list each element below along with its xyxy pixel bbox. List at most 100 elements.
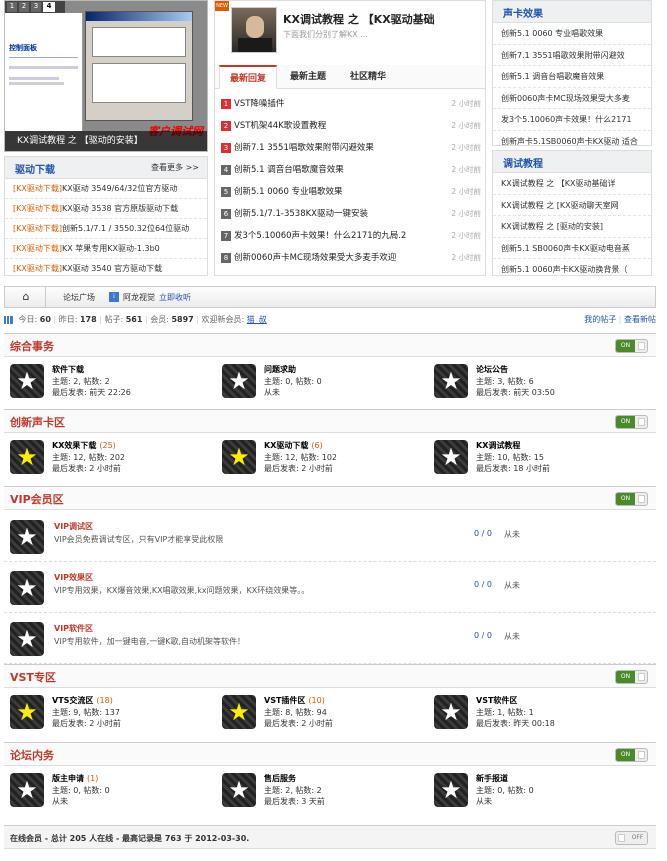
forum-name-text[interactable]: 版主申请 bbox=[52, 774, 84, 783]
forum-name[interactable]: KX调试教程 bbox=[476, 440, 523, 451]
tab-community-best[interactable]: 社区精华 bbox=[339, 65, 397, 89]
hero-slider[interactable]: 1 2 3 4 控制面板 客户调试网 KX调试教程 之 【驱动的安装】 bbox=[4, 0, 208, 152]
latest-item-title[interactable]: VST降噪插件 bbox=[234, 99, 284, 109]
forum-item[interactable]: ★ KX驱动下载 (6) 主题: 12, 帖数: 102 最后发表: 2 小时前 bbox=[222, 437, 432, 479]
forum-item[interactable]: ★ VST软件区 主题: 1, 帖数: 1 最后发表: 昨天 00:18 bbox=[434, 692, 644, 734]
forum-name-text[interactable]: 软件下载 bbox=[52, 365, 84, 374]
forum-last-post[interactable]: 最后发表: 昨天 00:18 bbox=[476, 718, 555, 729]
forum-name-text[interactable]: VST插件区 bbox=[264, 696, 305, 705]
forum-item[interactable]: ★ 版主申请 (1) 主题: 0, 帖数: 0 从未 bbox=[10, 770, 220, 812]
tutorial-item[interactable]: KX调试教程 之 [驱动的安装] bbox=[493, 217, 651, 238]
forum-last-post[interactable]: 最后发表: 2 小时前 bbox=[52, 718, 121, 729]
tab-latest-topic[interactable]: 最新主题 bbox=[279, 65, 337, 89]
star-icon[interactable]: ★ bbox=[10, 571, 44, 605]
driver-item-tag[interactable]: [KX驱动下载] bbox=[13, 244, 62, 253]
forum-name[interactable]: 问题求助 bbox=[264, 364, 299, 375]
section-title[interactable]: 综合事务 bbox=[10, 338, 54, 354]
star-icon[interactable]: ★ bbox=[222, 364, 256, 398]
star-icon[interactable]: ★ bbox=[10, 622, 44, 656]
section-toggle[interactable]: ON bbox=[615, 415, 648, 429]
latest-item-title[interactable]: 创新5.1 0060 专业唱歌效果 bbox=[234, 187, 343, 197]
effects-item[interactable]: 创新5.1 0060 专业唱歌效果 bbox=[493, 24, 651, 45]
forum-name[interactable]: VST软件区 bbox=[476, 695, 520, 706]
tab-latest-reply[interactable]: 最新回复 bbox=[219, 65, 277, 89]
effects-item[interactable]: 创新5.1 调音台唱歌魔音效果 bbox=[493, 67, 651, 88]
driver-item-tag[interactable]: [KX驱动下载] bbox=[13, 184, 62, 193]
forum-name[interactable]: 软件下载 bbox=[52, 364, 87, 375]
star-icon[interactable]: ★ bbox=[434, 364, 468, 398]
latest-item-title[interactable]: 创新5.1/7.1-3538KX驱动一键安装 bbox=[234, 209, 368, 219]
forum-item[interactable]: ★ VST插件区 (10) 主题: 8, 帖数: 94 最后发表: 2 小时前 bbox=[222, 692, 432, 734]
forum-name-text[interactable]: 新手报道 bbox=[476, 774, 508, 783]
vip-forum-row[interactable]: ★ VIP效果区 VIP专用效果，KX爆音效果,KX唱歌效果,kx问题效果，KX环绕… bbox=[4, 563, 656, 613]
star-new-icon[interactable]: ★ bbox=[10, 695, 44, 729]
tutorial-item[interactable]: 创新5.1 0060声卡KX驱动换背景（ bbox=[493, 260, 651, 275]
effects-item[interactable]: 发3个5.10060声卡效果！什么2171 bbox=[493, 110, 651, 131]
latest-item-title[interactable]: 创新0060声卡MC现场效果受大多麦手欢迎 bbox=[234, 253, 396, 263]
forum-name-text[interactable]: VTS交流区 bbox=[52, 696, 93, 705]
forum-last-post[interactable]: 最后发表: 前天 22:26 bbox=[52, 387, 131, 398]
vip-forum-name[interactable]: VIP软件区 bbox=[54, 623, 93, 634]
latest-item-title[interactable]: 创新7.1 3551唱歌效果附带闪避效果 bbox=[234, 143, 374, 153]
latest-item[interactable]: 2 VST机架44K歌设置教程 2 小时前 bbox=[215, 115, 485, 137]
star-icon[interactable]: ★ bbox=[10, 364, 44, 398]
forum-name[interactable]: 论坛公告 bbox=[476, 364, 511, 375]
star-new-icon[interactable]: ★ bbox=[222, 440, 256, 474]
hero-tab-4[interactable]: 4 bbox=[43, 2, 55, 12]
driver-item[interactable]: [KX驱动下载]KX驱动 3540 官方驱动下载 bbox=[5, 259, 207, 275]
star-icon[interactable]: ★ bbox=[10, 520, 44, 554]
star-new-icon[interactable]: ★ bbox=[222, 695, 256, 729]
effects-item[interactable]: 创新7.1 3551唱歌效果附带闪避效 bbox=[493, 46, 651, 66]
latest-item-title[interactable]: 发3个5.10060声卡效果！什么2171的九局.2 bbox=[234, 231, 406, 241]
effects-item[interactable]: 创新0060声卡MC现场效果受大多麦 bbox=[493, 89, 651, 109]
driver-item-text[interactable]: KX驱动 3540 官方驱动下载 bbox=[62, 264, 162, 273]
forum-name-text[interactable]: KX驱动下载 bbox=[264, 441, 308, 450]
online-toggle[interactable]: OFF bbox=[615, 831, 648, 845]
driver-item-text[interactable]: KX驱动 3538 官方原版驱动下载 bbox=[62, 204, 178, 213]
driver-item[interactable]: [KX驱动下载]KX 苹果专用KX驱动-1.3b0 bbox=[5, 239, 207, 259]
forum-item[interactable]: ★ 问题求助 主题: 0, 帖数: 0 从未 bbox=[222, 361, 432, 403]
forum-name-text[interactable]: VST软件区 bbox=[476, 696, 517, 705]
section-toggle[interactable]: ON bbox=[615, 492, 648, 506]
forum-item[interactable]: ★ 论坛公告 主题: 3, 帖数: 6 最后发表: 前天 03:50 bbox=[434, 361, 644, 403]
section-toggle[interactable]: ON bbox=[615, 670, 648, 684]
forum-last-post[interactable]: 最后发表: 3 天前 bbox=[264, 796, 325, 807]
forum-last-post[interactable]: 最后发表: 前天 03:50 bbox=[476, 387, 555, 398]
hero-caption[interactable]: KX调试教程 之 【驱动的安装】 bbox=[5, 131, 207, 151]
driver-item-tag[interactable]: [KX驱动下载] bbox=[13, 204, 62, 213]
section-toggle[interactable]: ON bbox=[615, 748, 648, 762]
forum-last-post[interactable]: 最后发表: 2 小时前 bbox=[264, 718, 333, 729]
latest-item[interactable]: 7 发3个5.10060声卡效果！什么2171的九局.2 2 小时前 bbox=[215, 225, 485, 247]
section-toggle[interactable]: ON bbox=[615, 339, 648, 353]
forum-name[interactable]: 售后服务 bbox=[264, 773, 299, 784]
latest-item[interactable]: 6 创新5.1/7.1-3538KX驱动一键安装 2 小时前 bbox=[215, 203, 485, 225]
driver-item-text[interactable]: 创新5.1/7.1 / 3550.32位64位驱动 bbox=[62, 224, 189, 233]
latest-item[interactable]: 5 创新5.1 0060 专业唱歌效果 2 小时前 bbox=[215, 181, 485, 203]
driver-item-tag[interactable]: [KX驱动下载] bbox=[13, 224, 62, 233]
forum-name-text[interactable]: 问题求助 bbox=[264, 365, 296, 374]
driver-item[interactable]: [KX驱动下载]KX驱动 3549/64/32位官方驱动 bbox=[5, 179, 207, 199]
new-posts-link[interactable]: 查看新帖 bbox=[624, 315, 656, 324]
my-posts-link[interactable]: 我的帖子 bbox=[584, 315, 616, 324]
latest-item[interactable]: 4 创新5.1 调音台唱歌魔音效果 2 小时前 bbox=[215, 159, 485, 181]
forum-name-text[interactable]: 论坛公告 bbox=[476, 365, 508, 374]
section-title[interactable]: VST专区 bbox=[10, 669, 56, 685]
section-title[interactable]: 创新声卡区 bbox=[10, 414, 65, 430]
driver-item-text[interactable]: KX驱动 3549/64/32位官方驱动 bbox=[62, 184, 177, 193]
forum-last-post[interactable]: 最后发表: 2 小时前 bbox=[52, 463, 121, 474]
forum-name[interactable]: KX驱动下载 (6) bbox=[264, 440, 323, 451]
forum-last-post[interactable]: 最后发表: 2 小时前 bbox=[264, 463, 333, 474]
forum-item[interactable]: ★ KX效果下载 (25) 主题: 12, 帖数: 202 最后发表: 2 小时前 bbox=[10, 437, 220, 479]
home-icon[interactable]: ⌂ bbox=[13, 290, 39, 304]
latest-item[interactable]: 1 VST降噪插件 2 小时前 bbox=[215, 93, 485, 115]
vip-forum-row[interactable]: ★ VIP软件区 VIP专用软件，加一键电音,一键K歌,自动机架等软件！ 0 / 0 从… bbox=[4, 614, 656, 664]
hero-tab-1[interactable]: 1 bbox=[7, 2, 17, 12]
forum-name[interactable]: 版主申请 (1) bbox=[52, 773, 98, 784]
star-new-icon[interactable]: ★ bbox=[10, 440, 44, 474]
vip-forum-row[interactable]: ★ VIP调试区 VIP会员免费调试专区，只有VIP才能享受此权限 0 / 0 从未 bbox=[4, 512, 656, 562]
tutorial-item[interactable]: 创新5.1 SB0060声卡KX驱动电音蒸 bbox=[493, 239, 651, 259]
star-icon[interactable]: ★ bbox=[222, 773, 256, 807]
latest-item[interactable]: 3 创新7.1 3551唱歌效果附带闪避效果 2 小时前 bbox=[215, 137, 485, 159]
star-icon[interactable]: ★ bbox=[10, 773, 44, 807]
nav-forum-link[interactable]: 论坛广场 bbox=[63, 292, 95, 303]
